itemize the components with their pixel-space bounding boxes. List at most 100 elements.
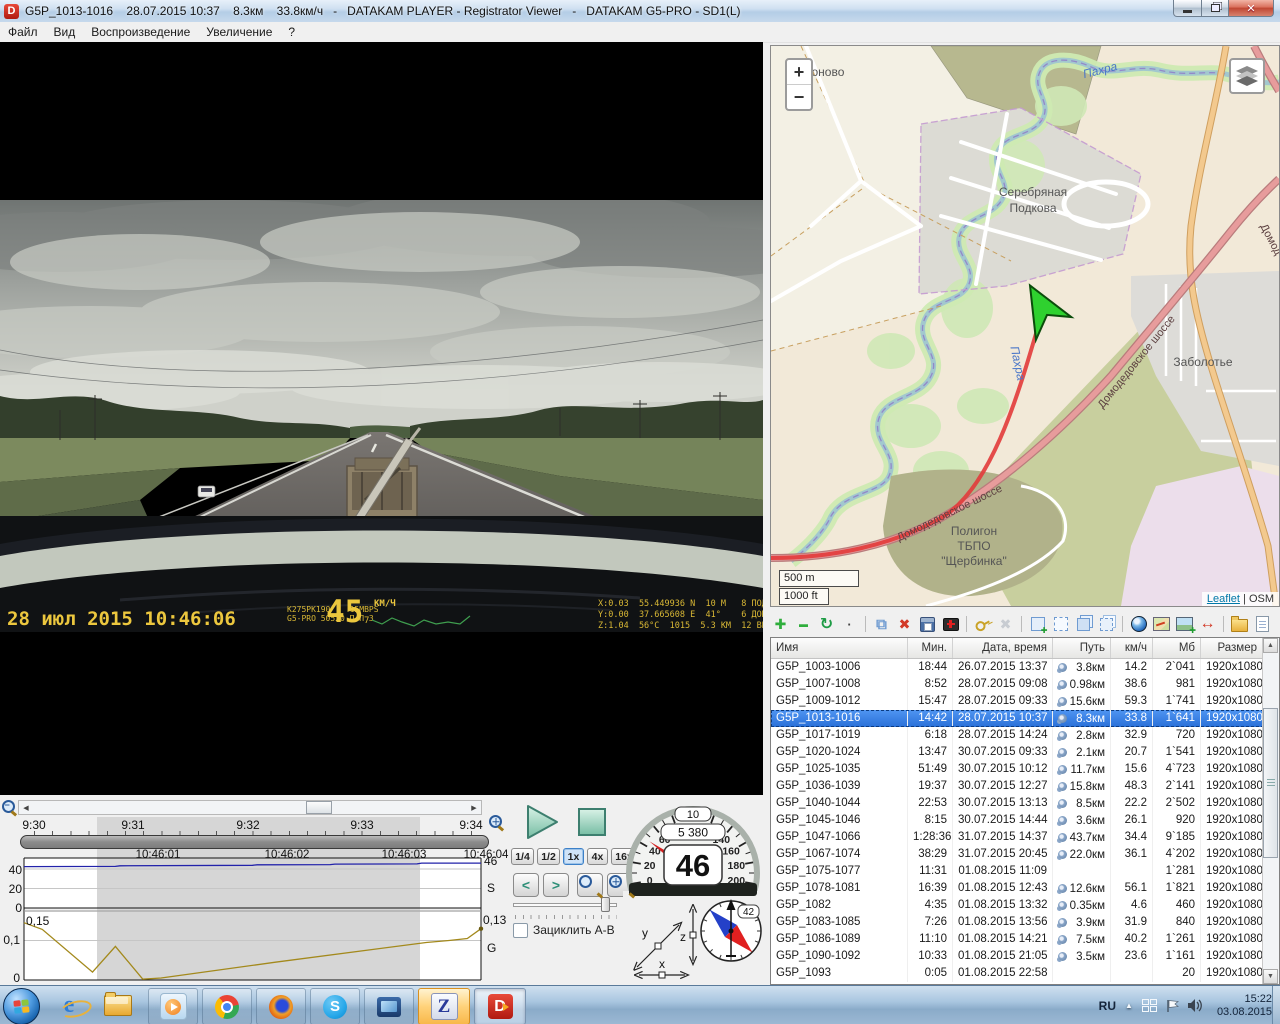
menu-help[interactable]: ? xyxy=(280,23,303,41)
toolbar-separator xyxy=(966,616,967,632)
taskbar-z-app[interactable]: Z xyxy=(418,988,470,1024)
table-row[interactable]: G5P_1013-101614:4228.07.2015 10:378.3км3… xyxy=(771,710,1279,727)
stack-button[interactable] xyxy=(1073,614,1094,634)
menu-file[interactable]: Файл xyxy=(0,23,46,41)
close-button[interactable]: ✕ xyxy=(1229,0,1274,17)
ruler-bar[interactable] xyxy=(20,835,489,849)
zoom-out-button[interactable]: − xyxy=(787,84,811,109)
prev-file-button[interactable]: < xyxy=(513,873,539,897)
start-button[interactable] xyxy=(3,988,40,1024)
taskbar-skype[interactable]: S xyxy=(310,988,360,1024)
loop-ab-checkbox[interactable] xyxy=(513,923,528,938)
rate-half-button[interactable]: 1/2 xyxy=(537,848,560,865)
stack-copy-button[interactable] xyxy=(1096,614,1117,634)
zoom-in-button[interactable]: + xyxy=(787,60,811,84)
video-panel[interactable]: 28 июл 2015 10:46:06 К275РК190 15MBPS G5… xyxy=(0,42,763,795)
timeline-zoom-out-icon[interactable]: − xyxy=(1,799,16,814)
menu-view[interactable]: Вид xyxy=(46,23,84,41)
image-export-button[interactable] xyxy=(1174,614,1195,634)
table-row[interactable]: G5P_1086-108911:1001.08.2015 14:217.5км4… xyxy=(771,931,1279,948)
table-row[interactable]: G5P_1020-102413:4730.07.2015 09:332.1км2… xyxy=(771,744,1279,761)
show-desktop-button[interactable] xyxy=(1272,986,1280,1024)
table-row[interactable]: G5P_1025-103551:4930.07.2015 10:1211.7км… xyxy=(771,761,1279,778)
more-button[interactable]: · xyxy=(839,614,860,634)
table-row[interactable]: G5P_1078-108116:3901.08.2015 12:4312.6км… xyxy=(771,880,1279,897)
taskbar-chrome[interactable] xyxy=(202,988,252,1024)
taskbar-windows-explorer[interactable] xyxy=(96,988,140,1023)
open-folder-button[interactable] xyxy=(1229,614,1250,634)
repair-button[interactable] xyxy=(940,614,961,634)
volume-icon[interactable] xyxy=(1188,999,1204,1012)
table-scrollbar[interactable]: ▲ ▼ xyxy=(1262,638,1279,984)
column-datetime[interactable]: Дата, время xyxy=(953,638,1053,658)
google-earth-button[interactable] xyxy=(1128,614,1149,634)
report-button[interactable] xyxy=(1252,614,1273,634)
key-button[interactable] xyxy=(972,614,993,634)
hidden-icons-button[interactable]: ▲ xyxy=(1125,1001,1133,1010)
minimize-button[interactable] xyxy=(1173,0,1202,17)
next-file-button[interactable]: > xyxy=(543,873,569,897)
table-row[interactable]: G5P_1090-109210:3301.08.2015 21:053.5км2… xyxy=(771,948,1279,965)
menu-playback[interactable]: Воспроизведение xyxy=(83,23,198,41)
menu-zoom[interactable]: Увеличение xyxy=(198,23,280,41)
column-size[interactable]: Размер xyxy=(1201,638,1263,658)
taskbar-firefox[interactable] xyxy=(256,988,306,1024)
slider-thumb[interactable] xyxy=(601,897,610,912)
column-path[interactable]: Путь xyxy=(1053,638,1111,658)
table-row[interactable]: G5P_1045-10468:1530.07.2015 14:443.6км26… xyxy=(771,812,1279,829)
map-panel[interactable]: фоново Пахра Пахра Серебряная Подкова За… xyxy=(770,45,1280,607)
scroll-thumb[interactable] xyxy=(1263,708,1278,858)
select-rect-button[interactable] xyxy=(1050,614,1071,634)
scroll-down-button[interactable]: ▼ xyxy=(1263,969,1278,984)
save-button[interactable] xyxy=(917,614,938,634)
refresh-button[interactable]: ↻ xyxy=(816,614,837,634)
table-row[interactable]: G5P_1083-10857:2601.08.2015 13:563.9км31… xyxy=(771,914,1279,931)
column-speed[interactable]: км/ч xyxy=(1111,638,1153,658)
clock[interactable]: 15:22 03.08.2015 xyxy=(1217,993,1272,1019)
column-minutes[interactable]: Мин. xyxy=(908,638,953,658)
table-row[interactable]: G5P_10824:3501.08.2015 13:320.35км4.6460… xyxy=(771,897,1279,914)
taskbar-display-settings[interactable] xyxy=(364,988,414,1024)
table-row[interactable]: G5P_1017-10196:1828.07.2015 14:242.8км32… xyxy=(771,727,1279,744)
rate-1x-button[interactable]: 1x xyxy=(563,848,584,865)
table-row[interactable]: G5P_1003-100618:4426.07.2015 13:373.8км1… xyxy=(771,659,1279,676)
resize-button[interactable]: ↔ xyxy=(1197,614,1218,634)
osm-link[interactable]: OSM xyxy=(1249,593,1274,605)
table-row[interactable]: G5P_10930:0501.08.2015 22:58201920x1080 xyxy=(771,965,1279,982)
table-row[interactable]: G5P_1009-101215:4728.07.2015 09:3315.6км… xyxy=(771,693,1279,710)
taskbar-internet-explorer[interactable]: e xyxy=(48,988,90,1023)
copy-button[interactable]: ⧉ xyxy=(871,614,892,634)
g-axis-tick: 0,15 xyxy=(26,914,49,928)
language-indicator[interactable]: RU xyxy=(1099,999,1116,1013)
timeline-scrollbar[interactable]: ◀ ▶ xyxy=(18,800,482,815)
rate-4x-button[interactable]: 4x xyxy=(587,848,608,865)
play-button[interactable] xyxy=(523,803,561,841)
zoom-out-video-button[interactable] xyxy=(577,873,603,897)
table-row[interactable]: G5P_1075-107711:3101.08.2015 11:091`2811… xyxy=(771,863,1279,880)
column-megabytes[interactable]: Мб xyxy=(1153,638,1201,658)
restore-button[interactable] xyxy=(1202,0,1229,17)
stop-button[interactable] xyxy=(577,807,607,837)
layers-button[interactable] xyxy=(1229,58,1265,94)
delete-button[interactable]: ✖ xyxy=(894,614,915,634)
table-row[interactable]: G5P_1067-107438:2931.07.2015 20:4522.0км… xyxy=(771,846,1279,863)
scroll-right-icon[interactable]: ▶ xyxy=(467,801,481,814)
remove-button[interactable]: ▬ xyxy=(793,614,814,634)
map-export-button[interactable] xyxy=(1151,614,1172,634)
timeline-scroll-thumb[interactable] xyxy=(306,801,332,814)
scroll-up-button[interactable]: ▲ xyxy=(1263,638,1278,653)
action-center-icon[interactable] xyxy=(1142,999,1157,1012)
table-row[interactable]: G5P_1040-104422:5330.07.2015 13:138.5км2… xyxy=(771,795,1279,812)
column-name[interactable]: Имя xyxy=(771,638,908,658)
table-row[interactable]: G5P_1007-10088:5228.07.2015 09:080.98км3… xyxy=(771,676,1279,693)
select-add-button[interactable] xyxy=(1027,614,1048,634)
table-row[interactable]: G5P_1036-103919:3730.07.2015 12:2715.8км… xyxy=(771,778,1279,795)
taskbar-media-player[interactable] xyxy=(148,988,198,1024)
taskbar-datakam-player[interactable]: D xyxy=(474,988,526,1024)
clear-button[interactable]: ✖ xyxy=(995,614,1016,634)
add-button[interactable]: ✚ xyxy=(770,614,791,634)
table-row[interactable]: G5P_1047-10661:28:3631.07.2015 14:3743.7… xyxy=(771,829,1279,846)
network-flag-icon[interactable] xyxy=(1166,999,1179,1013)
scroll-left-icon[interactable]: ◀ xyxy=(19,801,33,814)
leaflet-link[interactable]: Leaflet xyxy=(1207,593,1240,605)
